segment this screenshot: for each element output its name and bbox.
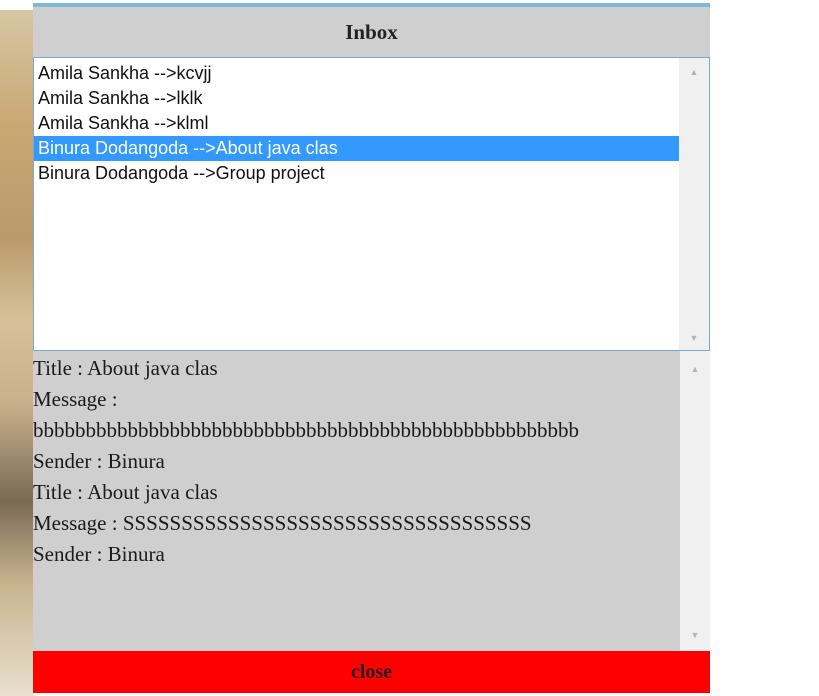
scroll-down-arrow-icon[interactable]: ▼	[679, 328, 709, 348]
inbox-item[interactable]: Amila Sankha -->lklk	[34, 86, 679, 111]
message-line: Message :	[33, 387, 118, 411]
inbox-listbox[interactable]: Amila Sankha -->kcvjj Amila Sankha -->lk…	[33, 57, 710, 351]
inbox-item-selected[interactable]: Binura Dodangoda -->About java clas	[34, 136, 679, 161]
message-scrollbar[interactable]: ▲ ▼	[680, 351, 710, 651]
close-button[interactable]: close	[33, 651, 710, 693]
message-line: Sender : Binura	[33, 542, 165, 566]
message-line: bbbbbbbbbbbbbbbbbbbbbbbbbbbbbbbbbbbbbbbb…	[33, 418, 579, 442]
scroll-up-arrow-icon[interactable]: ▲	[680, 359, 710, 379]
message-text: Title : About java clas Message : bbbbbb…	[33, 353, 680, 570]
inbox-item[interactable]: Amila Sankha -->klml	[34, 111, 679, 136]
dialog-title: Inbox	[345, 19, 398, 44]
inbox-items: Amila Sankha -->kcvjj Amila Sankha -->lk…	[34, 61, 679, 186]
message-line: Sender : Binura	[33, 449, 165, 473]
background-page-strip	[0, 0, 34, 696]
scroll-up-arrow-icon[interactable]: ▲	[679, 62, 709, 82]
inbox-scrollbar[interactable]: ▲ ▼	[679, 58, 709, 350]
inbox-dialog: Inbox Amila Sankha -->kcvjj Amila Sankha…	[33, 3, 710, 693]
scroll-down-arrow-icon[interactable]: ▼	[680, 625, 710, 645]
inbox-item[interactable]: Amila Sankha -->kcvjj	[34, 61, 679, 86]
background-page-strip-top	[0, 0, 34, 10]
message-detail-panel: Title : About java clas Message : bbbbbb…	[33, 351, 710, 651]
inbox-item[interactable]: Binura Dodangoda -->Group project	[34, 161, 679, 186]
message-line: Title : About java clas	[33, 480, 218, 504]
message-line: Title : About java clas	[33, 356, 218, 380]
message-line: Message : SSSSSSSSSSSSSSSSSSSSSSSSSSSSSS…	[33, 511, 532, 535]
